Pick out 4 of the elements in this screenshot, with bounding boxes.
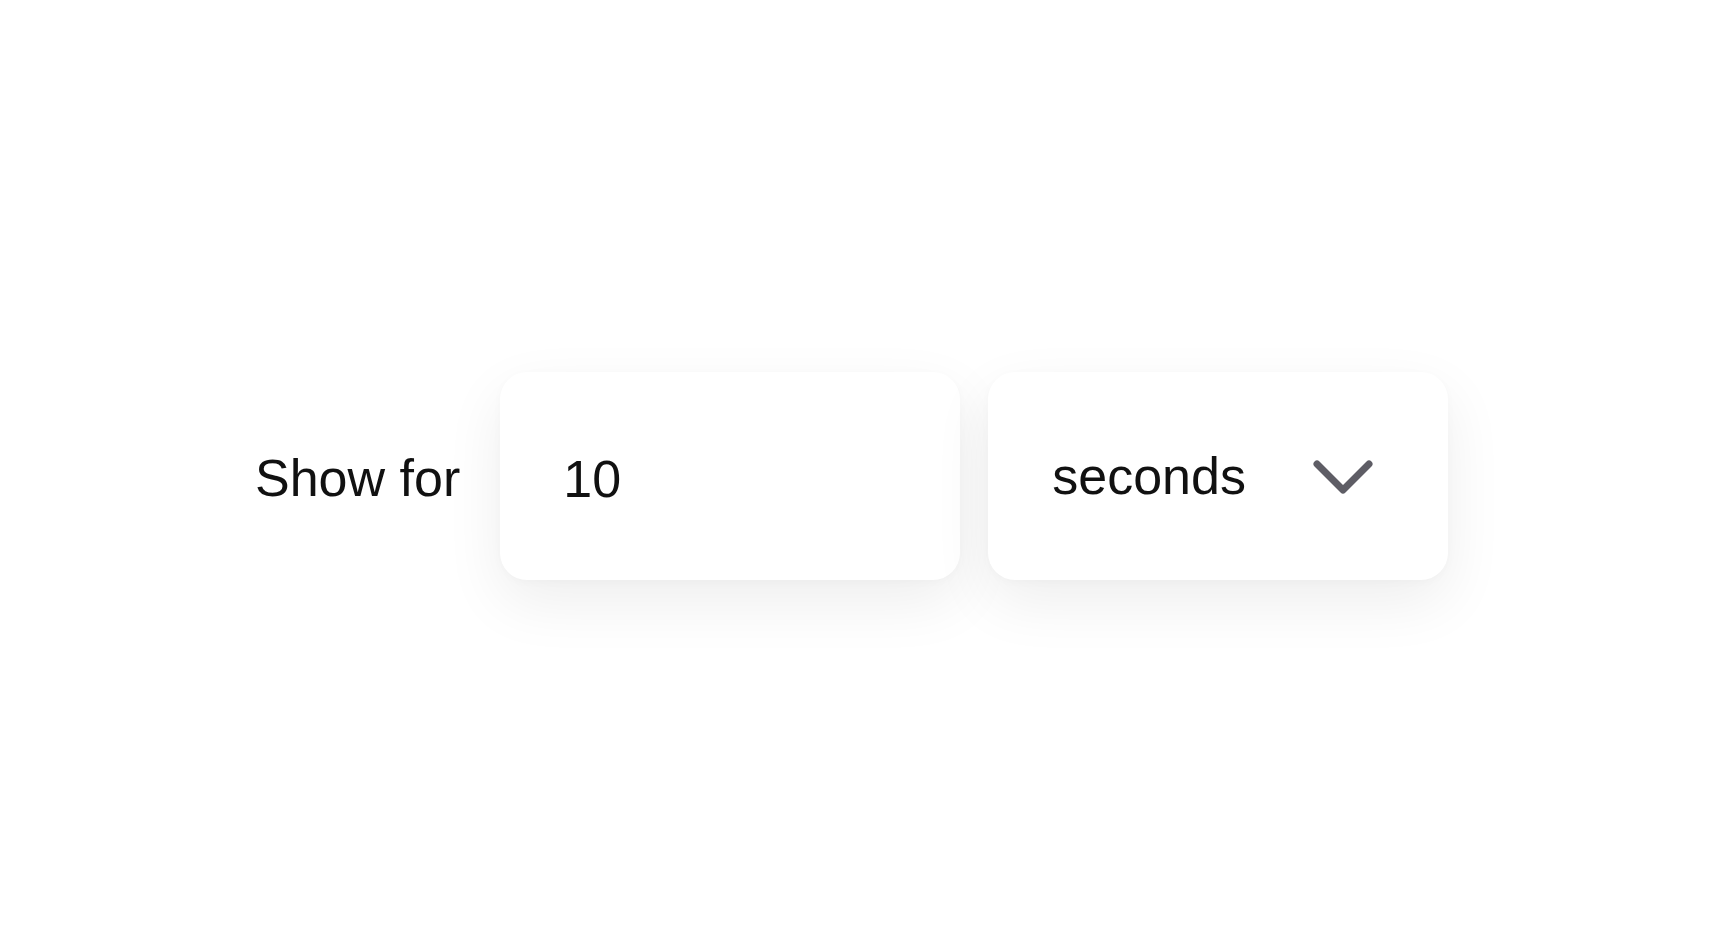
field-label: Show for (255, 448, 461, 504)
chevron-down-icon (1313, 460, 1374, 496)
unit-dropdown[interactable]: seconds (988, 372, 1449, 580)
number-field[interactable]: 10 (500, 372, 961, 580)
